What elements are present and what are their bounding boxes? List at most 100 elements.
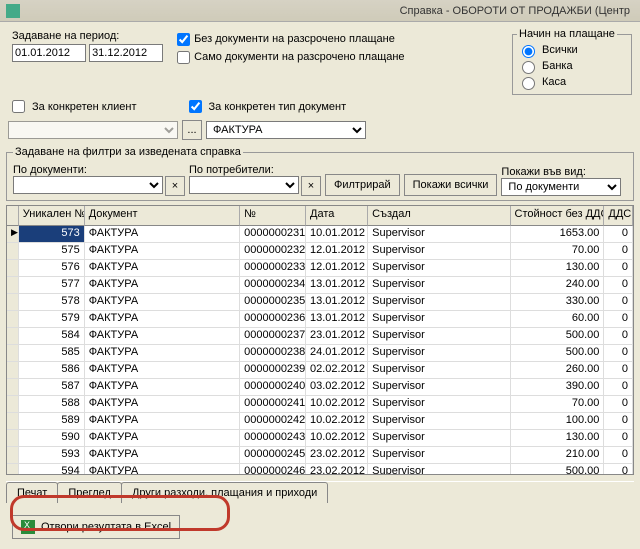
table-row[interactable]: 575ФАКТУРА000000023212.01.2012Supervisor…: [7, 243, 633, 260]
cell-num: 0000000242: [240, 413, 306, 430]
table-row[interactable]: 590ФАКТУРА000000024310.02.2012Supervisor…: [7, 430, 633, 447]
export-excel-button[interactable]: Отвори резултата в Excel: [12, 515, 180, 539]
cell-doc: ФАКТУРА: [85, 243, 240, 260]
period-from[interactable]: [12, 44, 86, 62]
show-as-label: Покажи във вид:: [501, 166, 621, 178]
table-row[interactable]: 589ФАКТУРА000000024210.02.2012Supervisor…: [7, 413, 633, 430]
chk-for-doctype-label: За конкретен тип документ: [209, 101, 347, 113]
cell-date: 23.02.2012: [306, 447, 368, 464]
cell-user: Supervisor: [368, 396, 510, 413]
cell-vat: 0: [604, 413, 633, 430]
chk-only-installment[interactable]: [177, 51, 190, 64]
cell-date: 03.02.2012: [306, 379, 368, 396]
cell-amt: 500.00: [511, 464, 605, 475]
cell-vat: 0: [604, 328, 633, 345]
col-vat[interactable]: ДДС: [604, 206, 633, 226]
radio-all[interactable]: [522, 45, 535, 58]
table-row[interactable]: 594ФАКТУРА000000024623.02.2012Supervisor…: [7, 464, 633, 475]
by-docs-select[interactable]: [13, 176, 163, 194]
cell-num: 0000000238: [240, 345, 306, 362]
cell-amt: 390.00: [511, 379, 605, 396]
cell-amt: 100.00: [511, 413, 605, 430]
table-row[interactable]: ▶573ФАКТУРА000000023110.01.2012Superviso…: [7, 226, 633, 243]
cell-num: 0000000241: [240, 396, 306, 413]
filters-legend: Задаване на филтри за изведената справка: [13, 146, 243, 158]
row-indicator: [7, 447, 19, 464]
row-indicator: [7, 464, 19, 475]
table-row[interactable]: 584ФАКТУРА000000023723.01.2012Supervisor…: [7, 328, 633, 345]
cell-doc: ФАКТУРА: [85, 464, 240, 475]
cell-date: 10.02.2012: [306, 430, 368, 447]
cell-date: 10.01.2012: [306, 226, 368, 243]
cell-date: 13.01.2012: [306, 311, 368, 328]
cell-num: 0000000243: [240, 430, 306, 447]
by-users-label: По потребители:: [189, 164, 321, 176]
cell-date: 02.02.2012: [306, 362, 368, 379]
cell-date: 13.01.2012: [306, 294, 368, 311]
cell-doc: ФАКТУРА: [85, 362, 240, 379]
cell-num: 0000000237: [240, 328, 306, 345]
radio-cash[interactable]: [522, 77, 535, 90]
cell-doc: ФАКТУРА: [85, 345, 240, 362]
filter-button[interactable]: Филтрирай: [325, 174, 400, 196]
client-select[interactable]: [8, 121, 178, 139]
payment-legend: Начин на плащане: [517, 28, 617, 40]
period-to[interactable]: [89, 44, 163, 62]
cell-date: 13.01.2012: [306, 277, 368, 294]
cell-doc: ФАКТУРА: [85, 311, 240, 328]
cell-user: Supervisor: [368, 243, 510, 260]
cell-date: 10.02.2012: [306, 413, 368, 430]
col-date[interactable]: Дата: [306, 206, 368, 226]
cell-user: Supervisor: [368, 311, 510, 328]
col-user[interactable]: Създал: [368, 206, 510, 226]
col-amt[interactable]: Стойност без ДДС: [511, 206, 605, 226]
table-row[interactable]: 578ФАКТУРА000000023513.01.2012Supervisor…: [7, 294, 633, 311]
tab-other[interactable]: Други разходи, плащания и приходи: [121, 482, 328, 503]
table-row[interactable]: 577ФАКТУРА000000023413.01.2012Supervisor…: [7, 277, 633, 294]
cell-vat: 0: [604, 464, 633, 475]
chk-for-client[interactable]: [12, 100, 25, 113]
cell-date: 23.02.2012: [306, 464, 368, 475]
col-uid[interactable]: Уникален №: [19, 206, 85, 226]
table-row[interactable]: 587ФАКТУРА000000024003.02.2012Supervisor…: [7, 379, 633, 396]
cell-user: Supervisor: [368, 379, 510, 396]
cell-vat: 0: [604, 430, 633, 447]
cell-num: 0000000246: [240, 464, 306, 475]
grid-header: Уникален № Документ № Дата Създал Стойно…: [7, 206, 633, 226]
cell-amt: 1653.00: [511, 226, 605, 243]
client-browse-button[interactable]: ...: [182, 120, 202, 140]
table-row[interactable]: 576ФАКТУРА000000023312.01.2012Supervisor…: [7, 260, 633, 277]
table-row[interactable]: 588ФАКТУРА000000024110.02.2012Supervisor…: [7, 396, 633, 413]
table-row[interactable]: 579ФАКТУРА000000023613.01.2012Supervisor…: [7, 311, 633, 328]
by-users-clear[interactable]: ×: [301, 176, 321, 196]
cell-uid: 579: [19, 311, 85, 328]
bottom-tabs: Печат Преглед Други разходи, плащания и …: [6, 481, 634, 503]
cell-uid: 578: [19, 294, 85, 311]
by-docs-clear[interactable]: ×: [165, 176, 185, 196]
filters-fieldset: Задаване на филтри за изведената справка…: [6, 146, 634, 201]
cell-user: Supervisor: [368, 447, 510, 464]
chk-no-installment[interactable]: [177, 33, 190, 46]
radio-bank[interactable]: [522, 61, 535, 74]
row-indicator: [7, 243, 19, 260]
radio-all-label: Всички: [542, 44, 578, 56]
table-row[interactable]: 585ФАКТУРА000000023824.01.2012Supervisor…: [7, 345, 633, 362]
tab-print[interactable]: Печат: [6, 482, 58, 503]
chk-no-installment-label: Без документи на разсрочено плащане: [194, 33, 395, 45]
doctype-select[interactable]: ФАКТУРА: [206, 121, 366, 139]
show-as-select[interactable]: По документи: [501, 178, 621, 196]
col-doc[interactable]: Документ: [85, 206, 240, 226]
rowsel-header: [7, 206, 19, 226]
chk-for-doctype[interactable]: [189, 100, 202, 113]
by-users-select[interactable]: [189, 176, 299, 194]
show-all-button[interactable]: Покажи всички: [404, 174, 498, 196]
row-indicator: [7, 413, 19, 430]
cell-num: 0000000236: [240, 311, 306, 328]
cell-date: 23.01.2012: [306, 328, 368, 345]
by-docs-label: По документи:: [13, 164, 185, 176]
table-row[interactable]: 593ФАКТУРА000000024523.02.2012Supervisor…: [7, 447, 633, 464]
tab-preview[interactable]: Преглед: [57, 482, 122, 503]
table-row[interactable]: 586ФАКТУРА000000023902.02.2012Supervisor…: [7, 362, 633, 379]
cell-num: 0000000239: [240, 362, 306, 379]
col-num[interactable]: №: [240, 206, 306, 226]
